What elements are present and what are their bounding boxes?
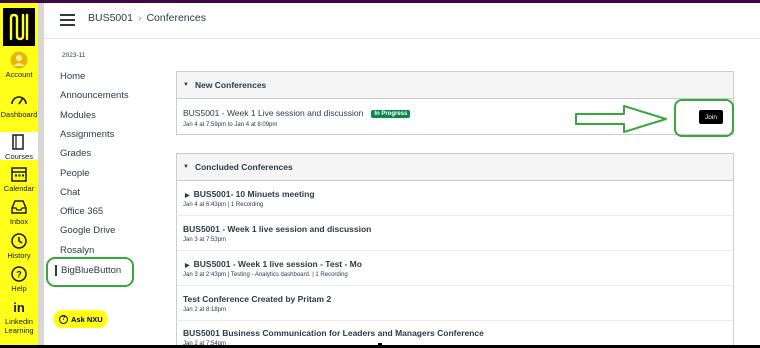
row-divider bbox=[177, 250, 733, 251]
nav-linkedin-learning[interactable]: in Linkedin Learning bbox=[0, 298, 38, 335]
calendar-icon bbox=[11, 167, 27, 182]
courses-icon bbox=[12, 134, 24, 150]
course-nav-assignments[interactable]: Assignments bbox=[60, 129, 114, 140]
svg-text:?: ? bbox=[16, 270, 22, 280]
ask-nxu-button[interactable]: ? Ask NXU bbox=[53, 310, 108, 328]
breadcrumb-separator: › bbox=[137, 12, 142, 24]
bigbluebutton-highlight bbox=[46, 257, 134, 287]
course-nav-home[interactable]: Home bbox=[60, 71, 85, 82]
course-nav-modules[interactable]: Modules bbox=[60, 110, 96, 121]
row-divider bbox=[177, 320, 733, 321]
conference-title-text: BUS5001 - Week 1 live session - Test - M… bbox=[193, 259, 362, 269]
collapse-caret-icon: ▼ bbox=[183, 82, 189, 88]
nav-divider bbox=[38, 3, 44, 345]
conference-title-text[interactable]: BUS5001 - Week 1 Live session and discus… bbox=[183, 108, 363, 118]
course-nav-chat[interactable]: Chat bbox=[60, 187, 80, 198]
nav-label: Courses bbox=[5, 152, 33, 161]
account-icon bbox=[10, 51, 28, 69]
nav-label: Account bbox=[5, 70, 33, 79]
menu-toggle-icon[interactable] bbox=[60, 14, 75, 26]
dashboard-icon bbox=[11, 96, 27, 105]
nav-label: Help bbox=[11, 284, 27, 293]
nxu-logo[interactable] bbox=[3, 8, 35, 46]
page-header: BUS5001 › Conferences bbox=[44, 3, 760, 39]
question-icon: ? bbox=[59, 314, 68, 324]
nav-label: Dashboard bbox=[0, 110, 38, 119]
conference-title[interactable]: BUS5001 Business Communication for Leade… bbox=[183, 328, 484, 338]
nav-label: Inbox bbox=[9, 217, 29, 226]
inbox-icon bbox=[11, 200, 27, 214]
help-icon: ? bbox=[11, 266, 27, 282]
expand-triangle-icon: ▶ bbox=[185, 193, 190, 199]
course-nav-google-drive[interactable]: Google Drive bbox=[60, 225, 115, 236]
conference-title[interactable]: ▶ BUS5001- 10 Minuets meeting bbox=[185, 189, 315, 199]
svg-text:in: in bbox=[13, 300, 25, 315]
nav-dashboard[interactable]: Dashboard bbox=[0, 91, 38, 119]
conference-title[interactable]: BUS5001 - Week 1 live session and discus… bbox=[183, 224, 371, 234]
nav-label: History bbox=[7, 251, 31, 260]
nav-label: Linkedin Learning bbox=[4, 317, 34, 335]
new-conferences-header[interactable]: ▼ New Conferences bbox=[177, 72, 733, 99]
ask-nxu-label: Ask NXU bbox=[71, 314, 103, 324]
conference-title-text: BUS5001- 10 Minuets meeting bbox=[193, 189, 315, 199]
linkedin-icon: in bbox=[13, 300, 25, 315]
course-nav-rosalyn[interactable]: Rosalyn bbox=[60, 245, 94, 256]
conference-meta: Jan 3 at 2:43pm | Testing - Analytics da… bbox=[183, 272, 348, 278]
course-nav-people[interactable]: People bbox=[60, 168, 90, 179]
conference-meta: Jan 3 at 7:53pm bbox=[183, 237, 227, 243]
course-nav-announcements[interactable]: Announcements bbox=[60, 90, 129, 101]
nav-inbox[interactable]: Inbox bbox=[0, 198, 38, 226]
term-label: 2023-11 bbox=[62, 52, 86, 59]
conference-meta: Jan 2 at 8:18pm bbox=[183, 307, 227, 313]
concluded-conferences-header[interactable]: ▼ Concluded Conferences bbox=[177, 154, 733, 181]
concluded-conferences-heading: Concluded Conferences bbox=[194, 162, 293, 172]
conference-title[interactable]: ▶ BUS5001 - Week 1 live session - Test - … bbox=[185, 259, 362, 269]
nav-account[interactable]: Account bbox=[0, 51, 38, 79]
history-icon bbox=[11, 233, 27, 249]
breadcrumb-page: Conferences bbox=[146, 12, 206, 24]
course-nav-office-365[interactable]: Office 365 bbox=[60, 206, 103, 217]
course-nav-grades[interactable]: Grades bbox=[60, 148, 91, 159]
nav-label: Calendar bbox=[3, 184, 35, 193]
nav-history[interactable]: History bbox=[0, 232, 38, 260]
nav-courses[interactable]: Courses bbox=[0, 132, 38, 161]
status-badge: In Progress bbox=[371, 110, 411, 118]
conference-title: BUS5001 - Week 1 Live session and discus… bbox=[183, 108, 411, 118]
conference-title[interactable]: Test Conference Created by Pritam 2 bbox=[183, 294, 331, 304]
nav-help[interactable]: ? Help bbox=[0, 265, 38, 293]
breadcrumb: BUS5001 › Conferences bbox=[88, 12, 206, 24]
concluded-conferences-panel: ▼ Concluded Conferences ▶ BUS5001- 10 Min… bbox=[176, 153, 734, 348]
join-button[interactable]: Join bbox=[699, 110, 723, 124]
conference-time: Jan 4 at 7:59pm to Jan 4 at 8:09pm bbox=[183, 122, 278, 128]
global-nav: Account Dashboard Courses Calendar Inbox… bbox=[0, 3, 38, 345]
expand-triangle-icon: ▶ bbox=[185, 263, 190, 269]
row-divider bbox=[177, 215, 733, 216]
collapse-caret-icon: ▼ bbox=[183, 164, 189, 170]
conference-meta: Jan 4 at 6:43pm | 1 Recording bbox=[183, 202, 264, 208]
new-conferences-heading: New Conferences bbox=[194, 80, 267, 90]
nav-calendar[interactable]: Calendar bbox=[0, 165, 38, 193]
logo-icon bbox=[9, 13, 29, 41]
row-divider bbox=[177, 285, 733, 286]
annotation-arrow-icon bbox=[575, 105, 667, 133]
breadcrumb-course[interactable]: BUS5001 bbox=[88, 12, 133, 24]
